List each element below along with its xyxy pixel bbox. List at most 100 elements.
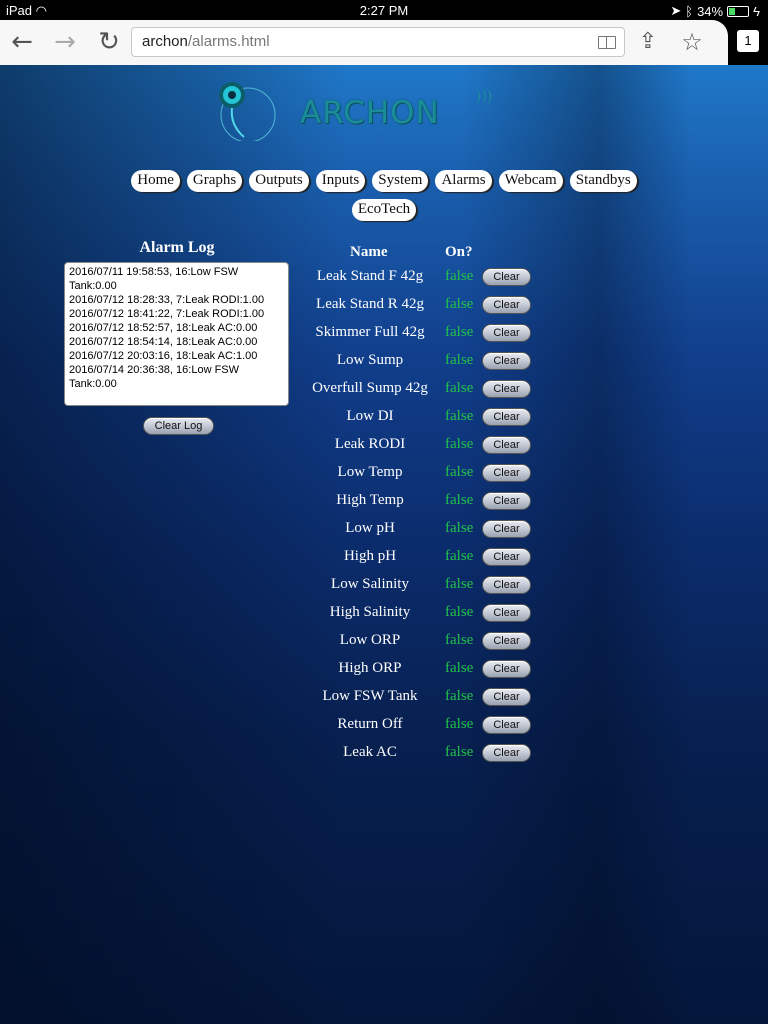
alarm-status: false bbox=[445, 632, 474, 648]
alarm-clear-button[interactable]: Clear bbox=[482, 632, 531, 650]
alarm-clear-button[interactable]: Clear bbox=[482, 464, 531, 482]
nav-graphs-button[interactable]: Graphs bbox=[186, 170, 243, 192]
alarm-name: Skimmer Full 42g bbox=[315, 324, 425, 340]
alarm-status: false bbox=[445, 352, 474, 368]
battery-percent: 34% bbox=[697, 3, 724, 19]
archon-logo: ARCHON ))) bbox=[214, 77, 494, 141]
log-entry: 2016/07/14 20:36:38, 16:Low FSW Tank:0.0… bbox=[69, 364, 240, 390]
alarm-row: High pH false Clear bbox=[300, 545, 540, 573]
alarm-name: Leak AC bbox=[343, 744, 397, 760]
alarm-row: Low ORP false Clear bbox=[300, 629, 540, 657]
page-body: ARCHON ))) Home Graphs Outputs Inputs System… bbox=[0, 65, 768, 1024]
alarm-status: false bbox=[445, 492, 474, 508]
tab-switcher-button[interactable]: 1 bbox=[737, 30, 759, 52]
alarm-name: High pH bbox=[343, 548, 397, 564]
alarm-row: Overfull Sump 42g false Clear bbox=[300, 377, 540, 405]
battery-fill bbox=[729, 7, 736, 15]
alarm-status: false bbox=[445, 324, 474, 340]
alarm-clear-button[interactable]: Clear bbox=[482, 352, 531, 370]
alarm-row: Low Temp false Clear bbox=[300, 461, 540, 489]
alarm-clear-button[interactable]: Clear bbox=[482, 716, 531, 734]
alarm-clear-button[interactable]: Clear bbox=[482, 688, 531, 706]
alarm-clear-button[interactable]: Clear bbox=[482, 492, 531, 510]
alarms-header-name: Name bbox=[350, 244, 388, 260]
logo-orb-icon bbox=[219, 82, 276, 141]
alarm-clear-button[interactable]: Clear bbox=[482, 660, 531, 678]
signal-icon: ))) bbox=[476, 89, 493, 105]
reader-mode-icon[interactable] bbox=[598, 36, 616, 49]
nav-row: Home Graphs Outputs Inputs System Alarms Webca… bbox=[0, 170, 768, 192]
charging-icon: ϟ bbox=[753, 3, 760, 19]
reload-icon[interactable]: ↻ bbox=[95, 28, 123, 56]
share-icon[interactable]: ⇪ bbox=[634, 28, 662, 56]
nav-outputs-button[interactable]: Outputs bbox=[249, 170, 309, 192]
url-bar[interactable]: archon/alarms.html bbox=[131, 27, 625, 57]
alarm-log-textarea[interactable]: 2016/07/11 19:58:53, 16:Low FSW Tank:0.0… bbox=[64, 262, 289, 406]
alarm-row: Skimmer Full 42g false Clear bbox=[300, 321, 540, 349]
location-icon: ➤ bbox=[670, 3, 682, 18]
alarm-row: High ORP false Clear bbox=[300, 657, 540, 685]
alarm-clear-button[interactable]: Clear bbox=[482, 436, 531, 454]
log-entry: 2016/07/12 18:54:14, 18:Leak AC:0.00 bbox=[69, 336, 258, 348]
alarm-status: false bbox=[445, 744, 474, 760]
alarm-status: false bbox=[445, 688, 474, 704]
browser-toolbar: ← → ↻ archon/alarms.html ⇪ ☆ 1 bbox=[0, 20, 768, 65]
main-nav: Home Graphs Outputs Inputs System Alarms Webca… bbox=[0, 170, 768, 228]
alarm-status: false bbox=[445, 576, 474, 592]
alarm-clear-button[interactable]: Clear bbox=[482, 296, 531, 314]
log-entry: 2016/07/12 18:41:22, 7:Leak RODI:1.00 bbox=[69, 308, 265, 320]
alarm-row: High Temp false Clear bbox=[300, 489, 540, 517]
alarm-status: false bbox=[445, 408, 474, 424]
alarm-name: Low Salinity bbox=[331, 576, 409, 592]
alarm-clear-button[interactable]: Clear bbox=[482, 324, 531, 342]
alarm-clear-button[interactable]: Clear bbox=[482, 268, 531, 286]
alarm-name: High Salinity bbox=[329, 604, 411, 620]
alarms-header-on: On? bbox=[445, 244, 473, 260]
alarm-row: Low Sump false Clear bbox=[300, 349, 540, 377]
alarm-status: false bbox=[445, 716, 474, 732]
status-bar: iPad ◠ 2:27 PM ➤ ᛒ 34% ϟ bbox=[0, 0, 768, 20]
toolbar-bar: ← → ↻ archon/alarms.html ⇪ ☆ bbox=[0, 20, 728, 65]
alarm-clear-button[interactable]: Clear bbox=[482, 408, 531, 426]
alarm-clear-button[interactable]: Clear bbox=[482, 380, 531, 398]
alarm-row: Leak AC false Clear bbox=[300, 741, 540, 769]
alarm-clear-button[interactable]: Clear bbox=[482, 576, 531, 594]
nav-standbys-button[interactable]: Standbys bbox=[569, 170, 637, 192]
url-host: archon bbox=[142, 33, 188, 50]
url-path: /alarms.html bbox=[187, 33, 270, 50]
alarm-row: Low FSW Tank false Clear bbox=[300, 685, 540, 713]
bookmark-star-icon[interactable]: ☆ bbox=[678, 28, 706, 56]
alarm-status: false bbox=[445, 548, 474, 564]
forward-arrow-icon[interactable]: → bbox=[51, 28, 79, 56]
alarm-name: Overfull Sump 42g bbox=[312, 380, 428, 396]
clear-log-button[interactable]: Clear Log bbox=[143, 417, 214, 435]
nav-inputs-button[interactable]: Inputs bbox=[315, 170, 366, 192]
logo-text: ARCHON bbox=[300, 95, 440, 131]
alarm-clear-button[interactable]: Clear bbox=[482, 604, 531, 622]
alarm-name: Low FSW Tank bbox=[322, 688, 418, 704]
alarm-name: Low ORP bbox=[339, 632, 401, 648]
alarm-row: Low Salinity false Clear bbox=[300, 573, 540, 601]
nav-system-button[interactable]: System bbox=[372, 170, 429, 192]
nav-alarms-button[interactable]: Alarms bbox=[435, 170, 492, 192]
log-entry: 2016/07/12 18:52:57, 18:Leak AC:0.00 bbox=[69, 322, 258, 334]
alarms-table: Leak Stand F 42g false Clear Leak Stand R 4… bbox=[300, 265, 540, 769]
alarm-name: Return Off bbox=[337, 716, 403, 732]
alarm-name: High Temp bbox=[336, 492, 404, 508]
nav-webcam-button[interactable]: Webcam bbox=[498, 170, 563, 192]
alarm-name: Leak Stand R 42g bbox=[316, 296, 424, 312]
bluetooth-icon: ᛒ bbox=[685, 3, 694, 19]
alarm-name: Low Sump bbox=[336, 352, 404, 368]
nav-home-button[interactable]: Home bbox=[131, 170, 180, 192]
alarm-row: High Salinity false Clear bbox=[300, 601, 540, 629]
alarm-status: false bbox=[445, 296, 474, 312]
alarm-clear-button[interactable]: Clear bbox=[482, 520, 531, 538]
status-time: 2:27 PM bbox=[359, 3, 409, 18]
alarm-clear-button[interactable]: Clear bbox=[482, 744, 531, 762]
alarm-row: Leak Stand R 42g false Clear bbox=[300, 293, 540, 321]
nav-ecotech-button[interactable]: EcoTech bbox=[351, 199, 417, 221]
back-arrow-icon[interactable]: ← bbox=[8, 28, 36, 56]
alarm-clear-button[interactable]: Clear bbox=[482, 548, 531, 566]
log-entry: 2016/07/11 19:58:53, 16:Low FSW Tank:0.0… bbox=[69, 266, 239, 292]
log-entry: 2016/07/12 20:03:16, 18:Leak AC:1.00 bbox=[69, 350, 258, 362]
